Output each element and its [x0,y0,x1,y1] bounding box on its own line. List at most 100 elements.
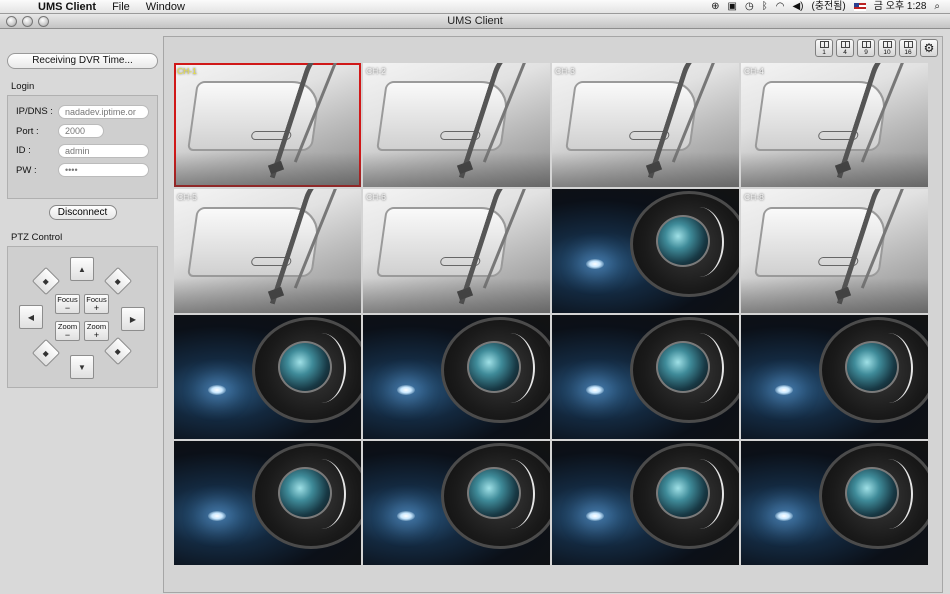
video-tile[interactable]: CH-1 [174,63,361,187]
grid-icon [840,40,850,48]
video-tile[interactable] [552,441,739,565]
ip-row: IP/DNS : nadadev.iptime.or [16,102,149,122]
menu-window[interactable]: Window [138,0,193,14]
channel-label: CH-5 [177,192,197,202]
battery-status[interactable]: (충전됨) [812,0,846,14]
car-shadow-image [174,278,361,313]
lens-flare-image [586,385,604,395]
video-tile[interactable] [174,441,361,565]
minus-glyph: − [64,330,71,340]
menu-bar: UMS Client File Window ⊕ ▣ ◷ ᛒ ◠ ◀) (충전됨… [0,0,950,14]
pw-row: PW : •••• [16,161,149,181]
channel-label: CH-3 [555,66,575,76]
layout-16-button[interactable]: 16 [899,39,917,57]
password-field[interactable]: •••• [58,163,149,178]
arrow-down-left-icon: ◆ [42,348,50,358]
arrow-up-icon: ▲ [78,264,86,274]
lens-arc-image [485,459,535,529]
menubar-clock[interactable]: 금 오후 1:28 [874,0,927,14]
focus-plus-button[interactable]: Focus + [84,294,109,314]
ptz-down-button[interactable]: ▼ [70,355,94,379]
port-field[interactable]: 2000 [58,124,104,139]
channel-label: CH-1 [177,66,197,76]
zoom-plus-button[interactable]: Zoom + [84,321,109,341]
ptz-down-left-button[interactable]: ◆ [31,338,61,368]
focus-minus-button[interactable]: Focus − [55,294,80,314]
id-label: ID : [16,145,31,157]
lens-arc-image [674,459,724,529]
video-tile[interactable] [552,189,739,313]
bluetooth-icon[interactable]: ᛒ [762,0,768,14]
lens-arc-image [674,333,724,403]
status-indicator: Receiving DVR Time... [7,53,158,69]
video-tile[interactable]: CH-8 [741,189,928,313]
time-machine-icon[interactable]: ◷ [745,0,754,14]
ptz-up-right-button[interactable]: ◆ [103,266,133,296]
menu-file[interactable]: File [104,0,138,14]
lens-flare-image [586,259,604,269]
control-panel: Receiving DVR Time... Login IP/DNS : nad… [7,51,158,388]
lens-flare-image [586,511,604,521]
video-area: 1 4 9 10 16 ⚙ CH-1 CH-2 CH-3 CH-4 CH-5 CH-6 CH… [163,36,943,593]
layout-4-button[interactable]: 4 [836,39,854,57]
arrow-up-left-icon: ◆ [42,276,50,286]
video-tile[interactable] [363,315,550,439]
grid-icon [903,40,913,48]
video-tile[interactable]: CH-6 [363,189,550,313]
arrow-left-icon: ◀ [27,312,35,322]
login-group: IP/DNS : nadadev.iptime.or Port : 2000 I… [7,95,158,199]
lens-arc-image [296,459,346,529]
video-tile[interactable] [174,315,361,439]
id-field[interactable]: admin [58,143,149,158]
ptz-down-right-button[interactable]: ◆ [103,336,133,366]
lens-arc-image [674,207,724,277]
grid-icon [861,40,871,48]
wifi-icon[interactable]: ◠ [776,0,785,14]
video-tile[interactable] [741,441,928,565]
gear-icon: ⚙ [923,40,935,55]
car-shadow-image [741,278,928,313]
layout-1-button[interactable]: 1 [815,39,833,57]
ptz-left-button[interactable]: ◀ [19,305,43,329]
ip-dns-field[interactable]: nadadev.iptime.or [58,104,149,119]
settings-button[interactable]: ⚙ [920,39,938,57]
ptz-right-button[interactable]: ▶ [121,307,145,331]
video-tile[interactable]: CH-3 [552,63,739,187]
lens-flare-image [397,511,415,521]
lens-arc-image [296,333,346,403]
disconnect-button[interactable]: Disconnect [48,205,117,220]
video-tile[interactable] [363,441,550,565]
grid-icon [882,40,892,48]
video-tile[interactable] [741,315,928,439]
layout-4-label: 4 [843,48,847,56]
car-shadow-image [741,152,928,187]
login-group-label: Login [11,81,35,92]
arrow-down-icon: ▼ [78,362,86,372]
ptz-up-left-button[interactable]: ◆ [31,266,61,296]
id-row: ID : admin [16,141,149,161]
layout-10-button[interactable]: 10 [878,39,896,57]
video-tile[interactable]: CH-4 [741,63,928,187]
plus-glyph: + [93,330,100,340]
menu-app-name[interactable]: UMS Client [30,0,104,14]
window-titlebar[interactable]: UMS Client [0,14,950,29]
video-tile[interactable]: CH-5 [174,189,361,313]
zoom-minus-button[interactable]: Zoom − [55,321,80,341]
ip-label: IP/DNS : [16,106,53,118]
car-shadow-image [363,152,550,187]
ptz-up-button[interactable]: ▲ [70,257,94,281]
volume-icon[interactable]: ◀) [792,0,803,14]
layout-toolbar: 1 4 9 10 16 ⚙ [815,39,938,57]
arrow-right-icon: ▶ [129,314,137,324]
spotlight-search-icon[interactable]: ⌕ [934,0,940,14]
sync-icon[interactable]: ⊕ [711,0,719,14]
script-icon[interactable]: ▣ [728,0,737,14]
layout-9-label: 9 [864,48,868,56]
us-flag-icon[interactable] [853,2,866,11]
layout-1-label: 1 [822,48,826,56]
video-tile[interactable] [552,315,739,439]
port-row: Port : 2000 [16,122,149,142]
layout-9-button[interactable]: 9 [857,39,875,57]
video-tile[interactable]: CH-2 [363,63,550,187]
ptz-group-label: PTZ Control [11,232,63,243]
